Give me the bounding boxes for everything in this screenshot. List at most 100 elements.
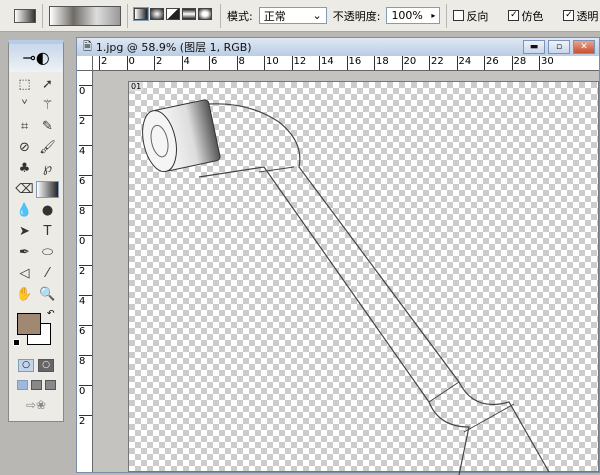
divider <box>446 3 448 28</box>
checkbox-box <box>453 10 465 21</box>
healing-brush-tool-icon[interactable]: ⊘ <box>13 139 36 156</box>
history-brush-tool-icon[interactable]: ℘ <box>36 160 59 177</box>
color-swatches: ↶ <box>9 307 63 355</box>
ruler-tick-label: 12 <box>291 56 306 70</box>
hand-tool-icon[interactable]: ✋ <box>13 286 36 303</box>
eraser-tool-icon[interactable]: ⌫ <box>13 181 36 198</box>
transparency-checkbox[interactable]: ✓ 透明 <box>563 8 598 24</box>
minimize-button[interactable]: ▬ <box>523 40 545 54</box>
transparency-label: 透明 <box>576 9 599 23</box>
tool-grid: ⬚ ➚ ᘁ ⚚ ⌗ ✎ ⊘ 🖌 ♣ ℘ ⌫ 💧 ● ➤ T ✒ ⬭ ◁ ⁄ ✋ 🔍 <box>9 72 63 307</box>
mode-select[interactable]: 正常 ⌄ <box>258 7 327 24</box>
move-tool-icon[interactable]: ➚ <box>36 76 59 93</box>
diamond-gradient-icon[interactable] <box>198 8 212 20</box>
ruler-tick-label: 2 <box>79 415 92 427</box>
flashlight-body-outline <box>198 103 550 475</box>
ruler-tick-label: 24 <box>456 56 471 70</box>
pen-tool-icon[interactable]: ✒ <box>13 244 36 261</box>
ruler-tick-label: 0 <box>79 85 92 97</box>
divider <box>220 3 221 28</box>
brush-tool-icon[interactable]: 🖌 <box>36 139 59 156</box>
opacity-field[interactable]: 100% ▸ <box>386 7 441 24</box>
reverse-label: 反向 <box>466 9 489 23</box>
crop-tool-icon[interactable]: ⌗ <box>13 118 36 135</box>
photoshop-logo-icon[interactable]: ⊸◐ <box>9 44 63 72</box>
mask-mode: ○ ○ <box>9 359 63 372</box>
foreground-color-swatch[interactable] <box>17 313 41 335</box>
blur-tool-icon[interactable]: 💧 <box>13 202 36 219</box>
path-selection-tool-icon[interactable]: ➤ <box>13 223 36 240</box>
clone-stamp-tool-icon[interactable]: ♣ <box>13 160 36 177</box>
gradient-type-buttons <box>133 7 214 23</box>
reverse-checkbox[interactable]: 反向 <box>453 8 488 24</box>
ruler-tick-label: 28 <box>511 56 526 70</box>
maximize-button[interactable]: ▫ <box>548 40 570 54</box>
flashlight-drawing <box>142 99 550 475</box>
ruler-tick-label: 26 <box>484 56 499 70</box>
gradient-picker[interactable] <box>49 5 121 26</box>
ruler-tick-label: 2 <box>79 115 92 127</box>
angle-gradient-icon[interactable] <box>166 8 180 20</box>
check-icon: ✓ <box>508 10 520 21</box>
ruler-left: 0 2 4 6 8 0 2 4 6 8 0 2 <box>77 71 93 472</box>
ruler-tick-label: 8 <box>236 56 245 70</box>
arrow-right-icon[interactable]: ▸ <box>431 11 435 20</box>
ruler-tick-label: 8 <box>79 205 92 217</box>
close-button[interactable]: ✕ <box>573 40 595 54</box>
type-tool-icon[interactable]: T <box>36 223 59 240</box>
standard-mode-icon[interactable]: ○ <box>18 359 34 372</box>
linear-gradient-icon[interactable] <box>133 7 149 21</box>
ruler-tick-label: 16 <box>346 56 361 70</box>
ruler-tick-label: 30 <box>539 56 554 70</box>
eyedropper-tool-icon[interactable]: ⁄ <box>36 265 59 282</box>
dither-checkbox[interactable]: ✓ 仿色 <box>508 8 543 24</box>
ruler-tick-label: 14 <box>319 56 334 70</box>
default-colors-icon[interactable] <box>13 339 20 346</box>
ruler-top: 2 0 2 4 6 8 10 12 14 16 18 20 22 24 26 28 30 <box>93 56 599 71</box>
dodge-tool-icon[interactable]: ● <box>36 202 59 219</box>
slice-tool-icon[interactable]: ✎ <box>36 118 59 135</box>
toolbox: ⊸◐ ⬚ ➚ ᘁ ⚚ ⌗ ✎ ⊘ 🖌 ♣ ℘ ⌫ 💧 ● ➤ T ✒ ⬭ ◁ ⁄ ✋ 🔍 ↶ ○ ○… <box>8 40 64 422</box>
ruler-tick-label: 0 <box>79 385 92 397</box>
image-canvas[interactable]: 01 <box>128 81 599 475</box>
gradient-tool-icon[interactable] <box>36 181 59 198</box>
ruler-tick-label: 6 <box>79 175 92 187</box>
jump-to-imageready-icon[interactable]: ⇨❀ <box>9 398 63 412</box>
shape-tool-icon[interactable]: ⬭ <box>36 244 59 261</box>
ruler-tick-label: 0 <box>79 235 92 247</box>
document-title-bar[interactable]: 🗎 1.jpg @ 58.9% (图层 1, RGB) ▬ ▫ ✕ <box>77 38 599 56</box>
ruler-tick-label: 20 <box>401 56 416 70</box>
notes-tool-icon[interactable]: ◁ <box>13 265 36 282</box>
ruler-tick-label: 10 <box>264 56 279 70</box>
mode-label: 模式: <box>227 9 253 23</box>
ruler-tick-label: 8 <box>79 355 92 367</box>
ruler-tick-label: 4 <box>181 56 190 70</box>
ruler-tick-label: 22 <box>429 56 444 70</box>
marquee-tool-icon[interactable]: ⬚ <box>13 76 36 93</box>
ruler-tick-label: 6 <box>209 56 217 70</box>
lasso-tool-icon[interactable]: ᘁ <box>13 97 36 114</box>
zoom-tool-icon[interactable]: 🔍 <box>36 286 59 303</box>
divider <box>42 3 43 28</box>
flashlight-head <box>142 99 221 173</box>
flashlight-grip-outline <box>258 166 515 433</box>
chevron-down-icon: ⌄ <box>312 9 322 22</box>
standard-screen-icon[interactable] <box>16 380 28 390</box>
document-icon: 🗎 <box>83 39 92 53</box>
ruler-origin[interactable] <box>77 56 93 71</box>
reflected-gradient-icon[interactable] <box>182 8 196 20</box>
document-title: 1.jpg @ 58.9% (图层 1, RGB) <box>95 41 252 54</box>
quick-mask-icon[interactable]: ○ <box>38 359 54 372</box>
magic-wand-tool-icon[interactable]: ⚚ <box>36 97 59 114</box>
radial-gradient-icon[interactable] <box>150 8 164 20</box>
full-screen-icon[interactable] <box>44 380 56 390</box>
full-screen-menu-icon[interactable] <box>30 380 42 390</box>
gradient-tool-preset-icon[interactable] <box>14 8 36 23</box>
ruler-tick-label: 4 <box>79 145 92 157</box>
ruler-tick-label: 0 <box>126 56 135 70</box>
screen-modes <box>9 380 63 390</box>
ruler-tick-label: 4 <box>79 295 92 307</box>
swap-colors-icon[interactable]: ↶ <box>47 309 55 319</box>
ruler-tick-label: 6 <box>79 325 92 337</box>
check-icon: ✓ <box>563 10 575 21</box>
